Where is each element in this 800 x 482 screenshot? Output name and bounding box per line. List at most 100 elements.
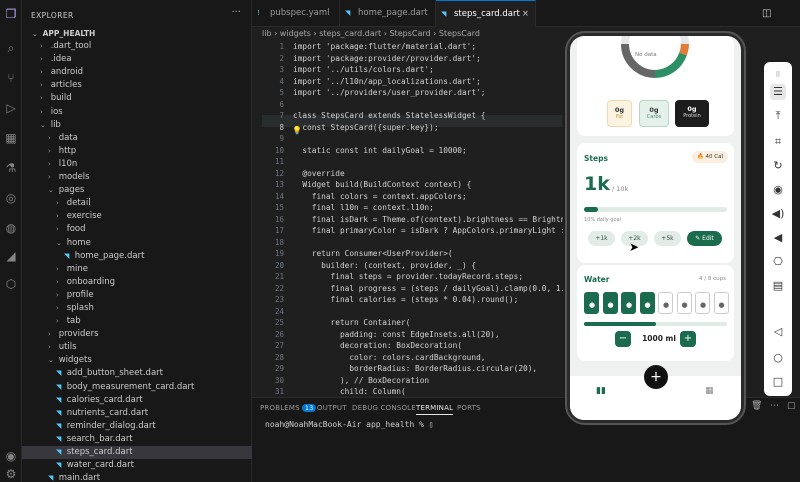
record-icon[interactable]: ◉ <box>770 182 786 198</box>
folder-item[interactable]: › models <box>22 171 252 184</box>
code-line[interactable]: final colors = context.appColors; <box>293 191 563 203</box>
water-cup[interactable]: ● <box>584 292 599 314</box>
code-line[interactable]: return Consumer<UserProvider>( <box>293 248 563 260</box>
code-line[interactable]: import 'package:provider/provider.dart'; <box>293 53 563 65</box>
code-line[interactable]: class StepsCard extends StatelessWidget … <box>293 110 563 122</box>
account-icon[interactable]: ◉ <box>3 448 19 464</box>
breadcrumb[interactable]: lib › widgets › steps_card.dart › StepsC… <box>262 27 480 41</box>
water-cup[interactable]: ● <box>713 292 729 314</box>
split-editor-icon[interactable]: ◫ <box>762 0 771 27</box>
code-line[interactable]: const StepsCard({super.key}); <box>293 122 563 134</box>
file-item[interactable]: ◥ add_button_sheet.dart <box>22 367 252 380</box>
add-5k-button[interactable]: +5k <box>654 231 681 246</box>
remove-water-button[interactable]: − <box>615 331 631 347</box>
protein-chip[interactable]: 0g Protein <box>675 100 709 127</box>
flutter-icon[interactable]: ◢ <box>3 248 19 264</box>
code-line[interactable] <box>293 133 563 145</box>
folder-item[interactable]: › articles <box>22 79 252 92</box>
recents-icon[interactable]: □ <box>770 374 786 390</box>
tab-debug-console[interactable]: DEBUG CONSOLE <box>352 404 416 412</box>
folder-item[interactable]: ⌄ APP_HEALTH <box>22 27 252 40</box>
water-cup[interactable]: ● <box>676 292 692 314</box>
tab-ports[interactable]: PORTS <box>457 404 481 412</box>
add-fab-button[interactable]: + <box>644 365 668 389</box>
crop-icon[interactable]: ⌗ <box>770 134 786 150</box>
menu-icon[interactable]: ☰ <box>770 84 786 100</box>
folder-item[interactable]: › android <box>22 66 252 79</box>
code-line[interactable]: builder: (context, provider, _) { <box>293 260 563 272</box>
run-debug-icon[interactable]: ▷ <box>3 100 19 116</box>
maximize-panel-icon[interactable]: ▢ <box>787 401 796 411</box>
folder-item[interactable]: › mine <box>22 263 252 276</box>
folder-item[interactable]: › data <box>22 132 252 145</box>
code-editor[interactable]: import 'package:flutter/material.dart'; i… <box>293 41 563 421</box>
tab-pubspec[interactable]: ! pubspec.yaml <box>252 0 340 27</box>
graph-icon[interactable]: ⬡ <box>3 276 19 292</box>
code-line[interactable]: import 'package:flutter/material.dart'; <box>293 41 563 53</box>
folder-item[interactable]: › http <box>22 145 252 158</box>
code-line[interactable]: @override <box>293 168 563 180</box>
code-line[interactable]: import '../utils/colors.dart'; <box>293 64 563 76</box>
file-item[interactable]: ◥ water_card.dart <box>22 459 252 472</box>
water-cup[interactable]: ● <box>602 292 618 314</box>
code-line[interactable] <box>293 99 563 111</box>
file-item[interactable]: ◥ steps_card.dart <box>22 446 252 460</box>
code-line[interactable]: final steps = provider.todayRecord.steps… <box>293 271 563 283</box>
code-line[interactable]: child: Column( <box>293 386 563 398</box>
code-line[interactable] <box>293 237 563 249</box>
file-item[interactable]: ◥ main.dart <box>22 472 252 482</box>
code-line[interactable]: final calories = (steps * 0.04).round(); <box>293 294 563 306</box>
folder-item[interactable]: ⌄ widgets <box>22 354 252 367</box>
bar-chart-icon[interactable]: ▮▮ <box>596 386 606 396</box>
water-cup[interactable]: ● <box>658 292 673 314</box>
folder-item[interactable]: › .dart_tool <box>22 40 252 53</box>
folder-item[interactable]: ⌄ pages <box>22 184 252 197</box>
drag-handle-icon[interactable]: ⠿ <box>770 67 786 83</box>
screenshot-icon[interactable]: ⎔ <box>770 254 786 270</box>
volume-down-icon[interactable]: ◀ <box>770 230 786 246</box>
file-item[interactable]: ◥ home_page.dart <box>22 250 252 263</box>
folder-item[interactable]: › profile <box>22 289 252 302</box>
trash-icon[interactable]: 🗑 <box>751 401 762 411</box>
water-cup[interactable]: ● <box>621 292 636 314</box>
code-line[interactable]: import '../l10n/app_localizations.dart'; <box>293 76 563 88</box>
more-actions-icon[interactable]: ··· <box>231 7 241 18</box>
search-icon[interactable]: ⌕ <box>3 40 19 56</box>
file-item[interactable]: ◥ reminder_dialog.dart <box>22 420 252 433</box>
settings-gear-icon[interactable]: ⚙ <box>3 466 19 482</box>
code-line[interactable] <box>293 306 563 318</box>
water-cup[interactable]: ● <box>639 292 655 314</box>
code-line[interactable]: decoration: BoxDecoration( <box>293 340 563 352</box>
tab-problems[interactable]: PROBLEMS 13 <box>260 404 317 412</box>
terminal-prompt[interactable]: noah@NoahMacBook-Air app_health % ▯ <box>265 420 434 429</box>
tab-home-page[interactable]: ◥ home_page.dart <box>340 0 436 27</box>
folder-item[interactable]: › tab <box>22 315 252 328</box>
add-1k-button[interactable]: +1k <box>588 231 615 246</box>
testing-icon[interactable]: ⚗ <box>3 160 19 176</box>
source-control-icon[interactable]: ⑂ <box>3 70 19 86</box>
tab-steps-card[interactable]: ◥ steps_card.dart × <box>436 0 536 27</box>
code-line[interactable]: return Container( <box>293 317 563 329</box>
code-line[interactable]: ), // BoxDecoration <box>293 375 563 387</box>
volume-up-icon[interactable]: ◀) <box>770 206 786 222</box>
file-item[interactable]: ◥ calories_card.dart <box>22 394 252 407</box>
folder-item[interactable]: › build <box>22 92 252 105</box>
fat-chip[interactable]: 0g Fat <box>607 100 632 127</box>
folder-item[interactable]: ⌄ lib <box>22 119 252 132</box>
edit-steps-button[interactable]: ✎ Edit <box>687 231 722 246</box>
more-actions-icon[interactable]: ⋯ <box>770 401 779 411</box>
remote-icon[interactable]: ◎ <box>3 190 19 206</box>
folder-item[interactable]: ⌄ home <box>22 237 252 250</box>
docker-icon[interactable]: ◍ <box>3 220 19 236</box>
folder-item[interactable]: › onboarding <box>22 276 252 289</box>
folder-item[interactable]: › detail <box>22 197 252 210</box>
file-item[interactable]: ◥ body_measurement_card.dart <box>22 381 252 394</box>
back-icon[interactable]: ◁ <box>770 324 786 340</box>
code-line[interactable]: final l10n = context.l10n; <box>293 202 563 214</box>
folder-item[interactable]: › food <box>22 223 252 236</box>
extensions-icon[interactable]: ▦ <box>3 130 19 146</box>
code-line[interactable]: padding: const EdgeInsets.all(20), <box>293 329 563 341</box>
folder-item[interactable]: › splash <box>22 302 252 315</box>
device-icon[interactable]: ▤ <box>770 278 786 294</box>
close-tab-icon[interactable]: × <box>522 1 529 28</box>
